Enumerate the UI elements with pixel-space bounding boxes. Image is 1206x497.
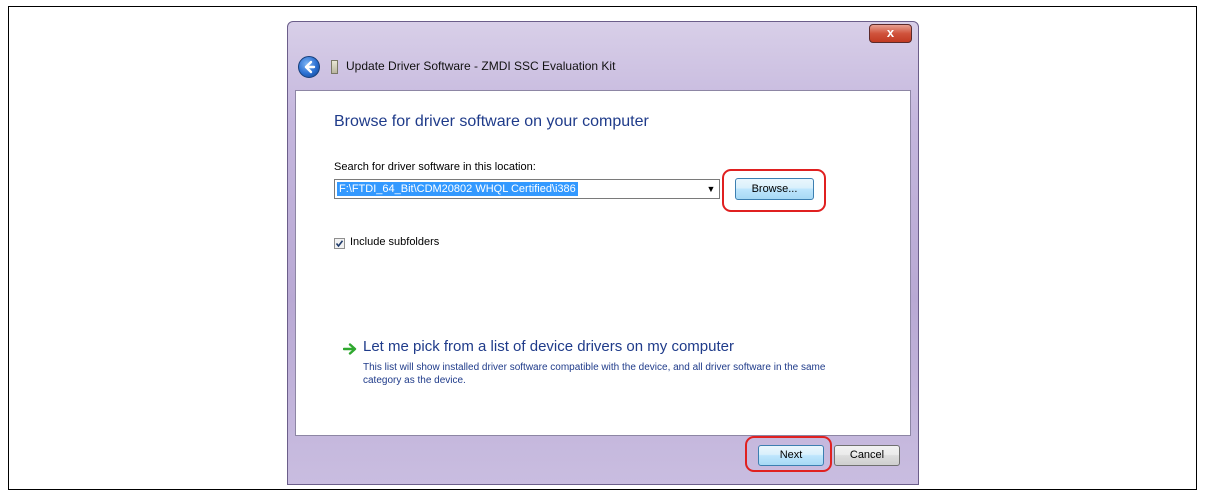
next-highlight-callout <box>745 436 832 472</box>
pick-from-list-link[interactable]: Let me pick from a list of device driver… <box>363 338 734 355</box>
window-title: Update Driver Software - ZMDI SSC Evalua… <box>346 59 616 73</box>
include-subfolders-label[interactable]: Include subfolders <box>350 236 439 248</box>
search-location-label: Search for driver software in this locat… <box>334 161 536 173</box>
checkmark-icon <box>335 240 344 248</box>
update-driver-dialog: x Update Driver Software - ZMDI SSC Eval… <box>287 21 919 485</box>
device-icon <box>331 60 338 74</box>
include-subfolders-checkbox[interactable] <box>334 238 345 249</box>
driver-path-combobox[interactable]: F:\FTDI_64_Bit\CDM20802 WHQL Certified\i… <box>334 179 720 199</box>
pick-from-list-description: This list will show installed driver sof… <box>363 362 826 386</box>
cancel-button[interactable]: Cancel <box>834 445 900 466</box>
driver-path-value[interactable]: F:\FTDI_64_Bit\CDM20802 WHQL Certified\i… <box>337 182 578 196</box>
dropdown-arrow-icon[interactable]: ▼ <box>703 180 719 198</box>
page-heading: Browse for driver software on your compu… <box>334 113 649 130</box>
back-arrow-icon <box>304 60 316 74</box>
green-arrow-icon <box>343 343 357 355</box>
dialog-footer: Next Cancel <box>295 436 911 484</box>
close-button[interactable]: x <box>869 24 912 43</box>
browse-highlight-callout <box>722 169 826 212</box>
content-panel: Browse for driver software on your compu… <box>295 90 911 436</box>
back-button[interactable] <box>298 56 320 78</box>
title-bar: x Update Driver Software - ZMDI SSC Eval… <box>288 22 918 92</box>
